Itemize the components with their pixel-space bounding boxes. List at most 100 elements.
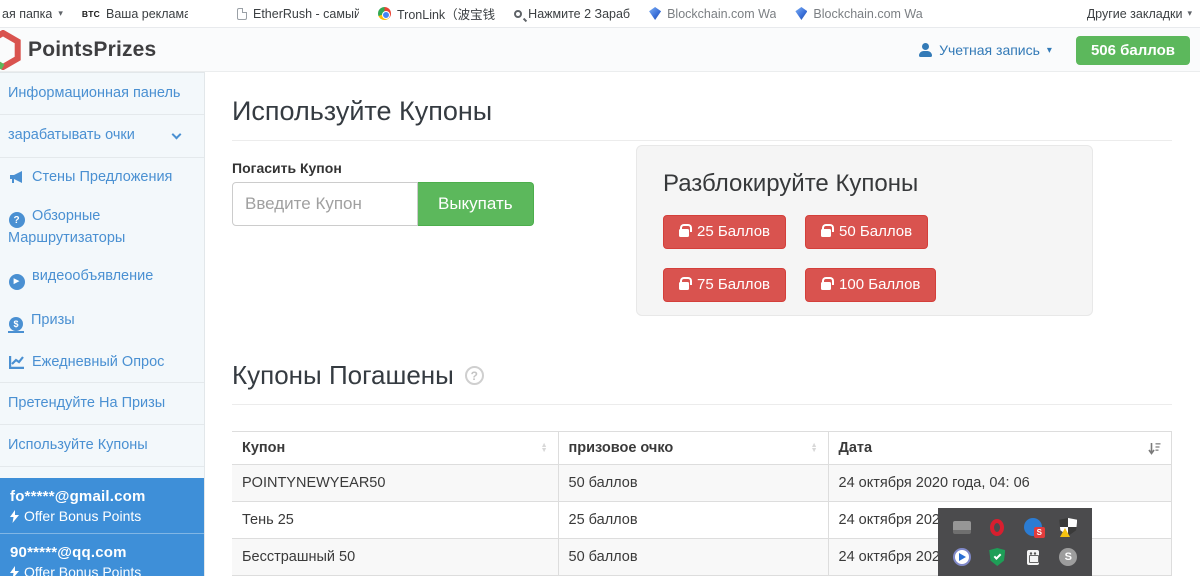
person-icon [918,43,932,57]
coupon-cell: POINTYNEWYEAR50 [232,465,558,502]
bookmark-label: Нажмите 2 Зараб [528,7,630,21]
sidebar-item-label: видеообъявление [32,268,153,284]
offer-label: Offer Bonus Points [24,508,141,524]
shield-check-icon[interactable] [985,545,1009,569]
bookmark-label: Blockchain.com Wa [813,7,922,21]
column-header-points[interactable]: призовое очко ▲▼ [558,432,828,465]
bookmark-item[interactable]: Blockchain.com Wa [649,7,776,21]
account-email: fo*****@gmail.com [10,488,194,505]
bookmark-label: Blockchain.com Wa [667,7,776,21]
coin-icon: $ [8,318,24,333]
sidebar-item-prizes[interactable]: $ Призы [0,301,204,343]
btc-text-icon: BTC [82,9,100,19]
sidebar-footer: fo*****@gmail.com Offer Bonus Points 90*… [0,478,204,576]
sort-icon: ▲▼ [811,443,818,453]
unlock-coupons-card: Разблокируйте Купоны 25 Баллов 50 Баллов… [636,145,1093,316]
chevron-down-icon [172,130,182,140]
gem-icon [795,7,807,20]
unlock-25-button[interactable]: 25 Баллов [663,215,786,249]
lock-icon [679,282,689,290]
brand-name: PointsPrizes [28,38,156,62]
chart-icon [8,353,25,370]
sidebar-item-label: Информационная панель [8,85,180,101]
sidebar-item-survey-routers[interactable]: ?Обзорные Маршрутизаторы [0,197,204,258]
unlock-50-button[interactable]: 50 Баллов [805,215,928,249]
points-balance-badge[interactable]: 506 баллов [1076,36,1190,65]
redeem-button[interactable]: Выкупать [418,182,534,226]
unlock-100-button[interactable]: 100 Баллов [805,268,936,302]
sidebar-item-daily-poll[interactable]: Ежедневный Опрос [0,343,204,383]
coupon-cell: Бесстрашный 50 [232,539,558,576]
megaphone-icon [8,168,25,185]
bookmark-item[interactable]: Нажмите 2 Зараб [514,7,630,21]
account-menu[interactable]: Учетная запись ▾ [918,42,1052,58]
divider [232,140,1172,141]
defender-shield-icon[interactable] [1056,515,1080,539]
sidebar-item-claim-prizes[interactable]: Претендуйте На Призы [0,383,204,425]
sidebar-item-label: Используйте Купоны [8,437,148,453]
sidebar-item-use-coupons[interactable]: Используйте Купоны [0,425,204,467]
bookmark-label: ая папка [2,7,52,21]
radio-device-icon[interactable] [1021,545,1045,569]
site-header: PointsPrizes Учетная запись ▾ 506 баллов [0,28,1200,72]
caret-down-icon: ▾ [1047,45,1052,56]
media-player-icon[interactable] [950,545,974,569]
play-circle-icon: ▶ [8,274,25,291]
column-header-date[interactable]: Дата [828,432,1172,465]
account-label: Учетная запись [939,42,1040,58]
bookmark-folder[interactable]: ая папка ▾ [2,7,63,21]
caret-down-icon: ▾ [1187,8,1192,19]
bonus-account-item[interactable]: 90*****@qq.com Offer Bonus Points [0,533,204,576]
table-row: POINTYNEWYEAR50 50 баллов 24 октября 202… [232,465,1172,502]
coupon-cell: Тень 25 [232,502,558,539]
lock-icon [821,229,831,237]
sidebar-nav: Информационная панель зарабатывать очки … [0,72,205,576]
app-badge-icon[interactable]: S [1021,515,1045,539]
gem-icon [649,7,661,20]
bookmark-label: Ваша реклама в се [106,7,188,21]
sidebar-item-earn-points[interactable]: зарабатывать очки [0,115,204,157]
bookmark-item[interactable]: BTC Ваша реклама в се [82,7,188,21]
page-title: Используйте Купоны [232,96,1172,127]
bookmark-item[interactable]: TronLink（波宝钱 [378,4,495,23]
lock-icon [821,282,831,290]
skype-icon[interactable]: S [1056,545,1080,569]
sidebar-item-offer-walls[interactable]: Стены Предложения [0,158,204,197]
bolt-icon [10,566,19,576]
other-bookmarks-label: Другие закладки [1087,7,1183,21]
date-cell: 24 октября 2020 года, 04: 06 [828,465,1172,502]
opera-icon[interactable] [985,515,1009,539]
points-cell: 50 баллов [558,465,828,502]
help-icon[interactable]: ? [465,366,484,385]
bookmark-label: TronLink（波宝钱 [397,4,495,23]
sidebar-item-video-ads[interactable]: ▶ видеообъявление [0,257,204,300]
coupon-input[interactable] [232,182,418,226]
divider [232,404,1172,405]
other-bookmarks-button[interactable]: Другие закладки ▾ [1087,7,1192,21]
lock-icon [679,229,689,237]
column-header-coupon[interactable]: Купон ▲▼ [232,432,558,465]
table-header-row: Купон ▲▼ призовое очко ▲▼ Дата [232,432,1172,465]
display-icon[interactable] [950,515,974,539]
unlock-75-button[interactable]: 75 Баллов [663,268,786,302]
points-cell: 50 баллов [558,539,828,576]
sidebar-item-label: Обзорные Маршрутизаторы [8,208,125,246]
history-title: Купоны Погашены [232,360,454,391]
bookmark-item[interactable]: EtherRush - самый [237,7,359,21]
hexagon-logo-icon [0,30,22,70]
bookmark-label: EtherRush - самый [253,7,359,21]
bonus-account-item[interactable]: fo*****@gmail.com Offer Bonus Points [0,478,204,533]
chrome-app-icon [378,7,391,20]
sidebar-item-label: Ежедневный Опрос [32,354,164,370]
sidebar-item-label: Призы [31,312,75,328]
caret-down-icon: ▾ [58,8,63,19]
bolt-icon [10,510,19,523]
question-circle-icon: ? [8,212,25,229]
unlock-coupons-title: Разблокируйте Купоны [663,170,1066,198]
bookmark-item[interactable]: Blockchain.com Wa [795,7,922,21]
sidebar-item-dashboard[interactable]: Информационная панель [0,73,204,115]
magnifier-icon [514,10,522,18]
brand-logo[interactable]: PointsPrizes [0,30,156,70]
warning-triangle-icon [1060,528,1070,537]
points-cell: 25 баллов [558,502,828,539]
